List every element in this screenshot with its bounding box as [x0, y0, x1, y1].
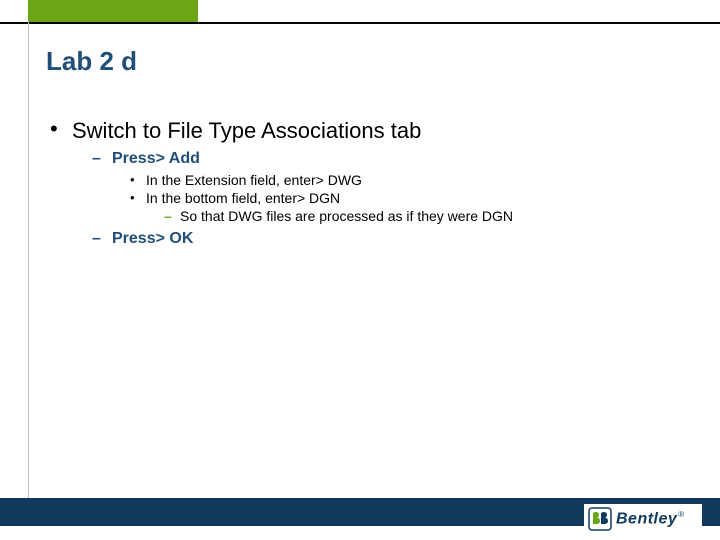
left-rule — [28, 22, 29, 500]
bullet-text: Switch to File Type Associations tab — [72, 118, 421, 143]
header-rule — [0, 22, 720, 24]
bullet-text: In the Extension field, enter> DWG — [146, 172, 362, 188]
bullet-lvl4: So that DWG files are processed as if th… — [164, 208, 686, 224]
bentley-logo-mark-icon — [588, 507, 612, 531]
bullet-lvl3: In the Extension field, enter> DWG — [130, 172, 686, 188]
logo-registered: ® — [678, 510, 684, 519]
bullet-lvl2: Press> OK — [92, 230, 686, 248]
slide: Lab 2 d Switch to File Type Associations… — [0, 0, 720, 540]
logo-name: Bentley — [616, 510, 677, 527]
slide-content: Switch to File Type Associations tab Pre… — [46, 118, 686, 252]
bullet-text: So that DWG files are processed as if th… — [180, 208, 513, 224]
bullet-text: In the bottom field, enter> DGN — [146, 190, 340, 206]
bullet-text: Press> Add — [112, 150, 200, 167]
header-accent-bar — [28, 0, 198, 22]
bullet-lvl3: In the bottom field, enter> DGN So that … — [130, 190, 686, 224]
bentley-logo-text: Bentley® — [616, 510, 685, 528]
bullet-lvl1: Switch to File Type Associations tab Pre… — [46, 118, 686, 248]
bullet-lvl2: Press> Add In the Extension field, enter… — [92, 150, 686, 224]
bentley-logo: Bentley® — [584, 504, 702, 534]
bullet-text: Press> OK — [112, 230, 193, 247]
slide-title: Lab 2 d — [46, 46, 137, 77]
